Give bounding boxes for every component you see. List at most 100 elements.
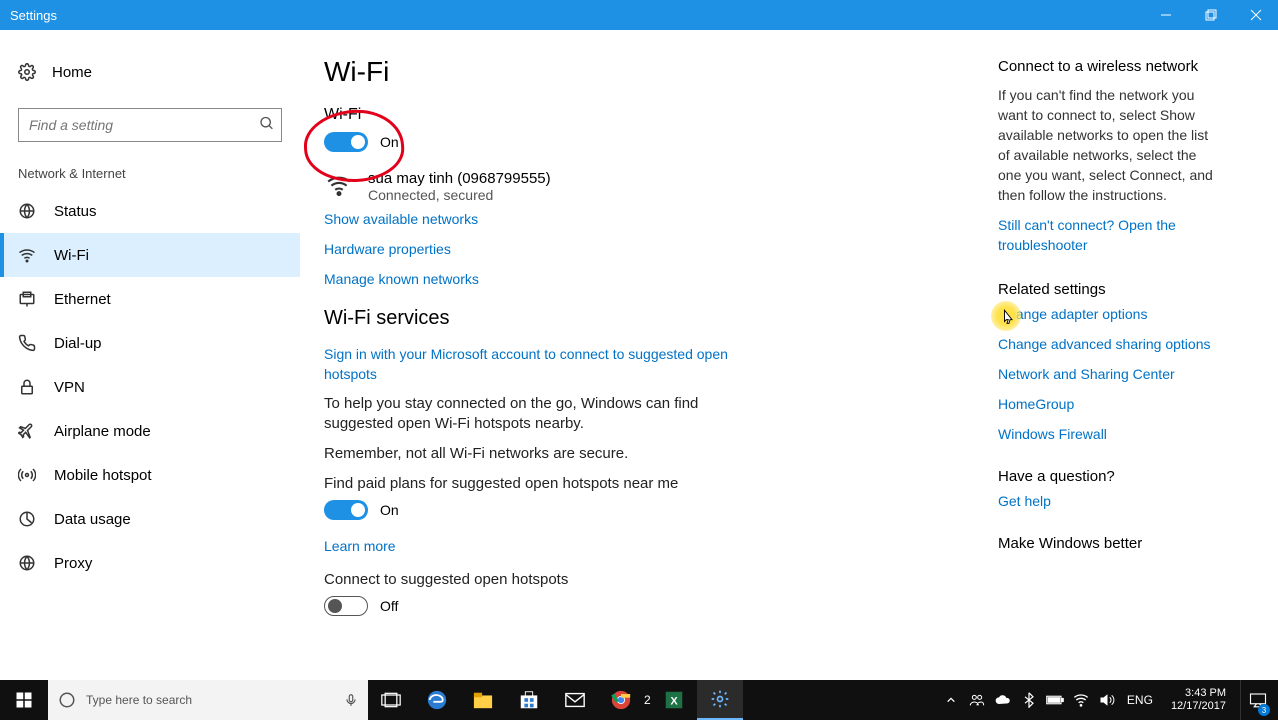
sidebar-item-label: Proxy <box>54 555 92 572</box>
link-adapter-options[interactable]: Change adapter options <box>998 306 1248 322</box>
link-troubleshooter[interactable]: Still can't connect? Open the troublesho… <box>998 215 1198 255</box>
sidebar-item-status[interactable]: Status <box>0 189 300 233</box>
status-icon <box>18 202 36 220</box>
sidebar-item-label: Data usage <box>54 511 131 528</box>
aside-question-heading: Have a question? <box>998 468 1248 485</box>
close-button[interactable] <box>1233 0 1278 30</box>
vpn-icon <box>18 378 36 396</box>
taskbar-app-chrome[interactable] <box>598 680 644 720</box>
cortana-icon <box>58 691 76 709</box>
aside: Connect to a wireless network If you can… <box>998 30 1278 680</box>
task-view-button[interactable] <box>368 680 414 720</box>
tray-battery-icon[interactable] <box>1045 688 1065 712</box>
taskbar-app-excel[interactable]: X <box>651 680 697 720</box>
suggested-label: Connect to suggested open hotspots <box>324 570 764 590</box>
tray-onedrive-icon[interactable] <box>993 688 1013 712</box>
minimize-button[interactable] <box>1143 0 1188 30</box>
ethernet-icon <box>18 290 36 308</box>
link-network-center[interactable]: Network and Sharing Center <box>998 366 1248 382</box>
aside-related-heading: Related settings <box>998 281 1248 298</box>
content: Wi-Fi Wi-Fi On sua may tinh (0968799555)… <box>300 30 998 680</box>
taskbar-app-explorer[interactable] <box>460 680 506 720</box>
sidebar-item-datausage[interactable]: Data usage <box>0 497 300 541</box>
sidebar-item-hotspot[interactable]: Mobile hotspot <box>0 453 300 497</box>
mic-icon <box>344 691 358 709</box>
tray-people-icon[interactable] <box>967 688 987 712</box>
tray-volume-icon[interactable] <box>1097 688 1117 712</box>
sidebar-item-label: Wi-Fi <box>54 247 89 264</box>
taskbar-search[interactable]: Type here to search <box>48 680 368 720</box>
network-name: sua may tinh (0968799555) <box>368 170 551 187</box>
tray-date: 12/17/2017 <box>1171 700 1226 713</box>
sidebar-item-label: VPN <box>54 379 85 396</box>
link-get-help[interactable]: Get help <box>998 493 1248 509</box>
page-title: Wi-Fi <box>324 56 938 88</box>
link-manage-known[interactable]: Manage known networks <box>324 271 938 287</box>
sidebar-item-dialup[interactable]: Dial-up <box>0 321 300 365</box>
sidebar-item-proxy[interactable]: Proxy <box>0 541 300 585</box>
current-network[interactable]: sua may tinh (0968799555) Connected, sec… <box>324 170 938 203</box>
wifi-signal-icon <box>324 172 354 198</box>
taskbar-app-edge[interactable] <box>414 680 460 720</box>
link-hardware-properties[interactable]: Hardware properties <box>324 241 938 257</box>
sidebar-section-label: Network & Internet <box>0 166 300 189</box>
proxy-icon <box>18 554 36 572</box>
datausage-icon <box>18 510 36 528</box>
search-icon <box>259 116 275 135</box>
wifi-toggle[interactable] <box>324 132 368 152</box>
taskbar-app-mail[interactable] <box>552 680 598 720</box>
paid-plans-label: Find paid plans for suggested open hotsp… <box>324 474 764 494</box>
suggested-state: Off <box>380 598 398 614</box>
link-show-networks[interactable]: Show available networks <box>324 211 938 227</box>
link-homegroup[interactable]: HomeGroup <box>998 396 1248 412</box>
sidebar-item-vpn[interactable]: VPN <box>0 365 300 409</box>
link-sharing-options[interactable]: Change advanced sharing options <box>998 336 1248 352</box>
sidebar-home[interactable]: Home <box>0 52 300 92</box>
para-help: To help you stay connected on the go, Wi… <box>324 394 764 434</box>
window-titlebar: Settings <box>0 0 1278 30</box>
sidebar: Home Network & Internet Status Wi-Fi Eth… <box>0 30 300 680</box>
taskbar: Type here to search 2X ENG 3:43 PM 12/17… <box>0 680 1278 720</box>
link-signin-msaccount[interactable]: Sign in with your Microsoft account to c… <box>324 344 744 384</box>
taskbar-app-settings[interactable] <box>697 680 743 720</box>
para-remember: Remember, not all Wi-Fi networks are sec… <box>324 444 764 464</box>
aside-connect-heading: Connect to a wireless network <box>998 58 1248 75</box>
sidebar-item-label: Status <box>54 203 97 220</box>
tray-time: 3:43 PM <box>1185 687 1226 700</box>
maximize-button[interactable] <box>1188 0 1233 30</box>
notif-badge: 3 <box>1258 704 1270 716</box>
sidebar-item-label: Airplane mode <box>54 423 151 440</box>
paid-plans-state: On <box>380 502 399 518</box>
start-button[interactable] <box>0 680 48 720</box>
window-title: Settings <box>10 8 1143 23</box>
link-learn-more[interactable]: Learn more <box>324 538 396 554</box>
hotspot-icon <box>18 466 36 484</box>
wifi-toggle-state: On <box>380 134 399 150</box>
search-input[interactable] <box>19 109 281 141</box>
aside-feedback-heading: Make Windows better <box>998 535 1248 552</box>
tray-language[interactable]: ENG <box>1123 693 1157 707</box>
wifi-icon <box>18 246 36 264</box>
airplane-icon <box>18 422 36 440</box>
sidebar-item-label: Dial-up <box>54 335 102 352</box>
sidebar-item-label: Ethernet <box>54 291 111 308</box>
link-firewall[interactable]: Windows Firewall <box>998 426 1248 442</box>
sidebar-item-wifi[interactable]: Wi-Fi <box>0 233 300 277</box>
tray-wifi-icon[interactable] <box>1071 688 1091 712</box>
sidebar-search[interactable] <box>18 108 282 142</box>
sidebar-item-airplane[interactable]: Airplane mode <box>0 409 300 453</box>
suggested-toggle[interactable] <box>324 596 368 616</box>
tray-chevron-up-icon[interactable] <box>941 688 961 712</box>
svg-text:X: X <box>670 696 678 708</box>
tray-clock[interactable]: 3:43 PM 12/17/2017 <box>1163 687 1234 713</box>
dialup-icon <box>18 334 36 352</box>
sidebar-item-ethernet[interactable]: Ethernet <box>0 277 300 321</box>
taskbar-app-store[interactable] <box>506 680 552 720</box>
system-tray: ENG 3:43 PM 12/17/2017 3 <box>937 680 1278 720</box>
sidebar-home-label: Home <box>52 64 92 81</box>
action-center-button[interactable]: 3 <box>1240 680 1274 720</box>
paid-plans-toggle[interactable] <box>324 500 368 520</box>
sidebar-item-label: Mobile hotspot <box>54 467 152 484</box>
wifi-subheading: Wi-Fi <box>324 106 938 124</box>
tray-bluetooth-icon[interactable] <box>1019 688 1039 712</box>
